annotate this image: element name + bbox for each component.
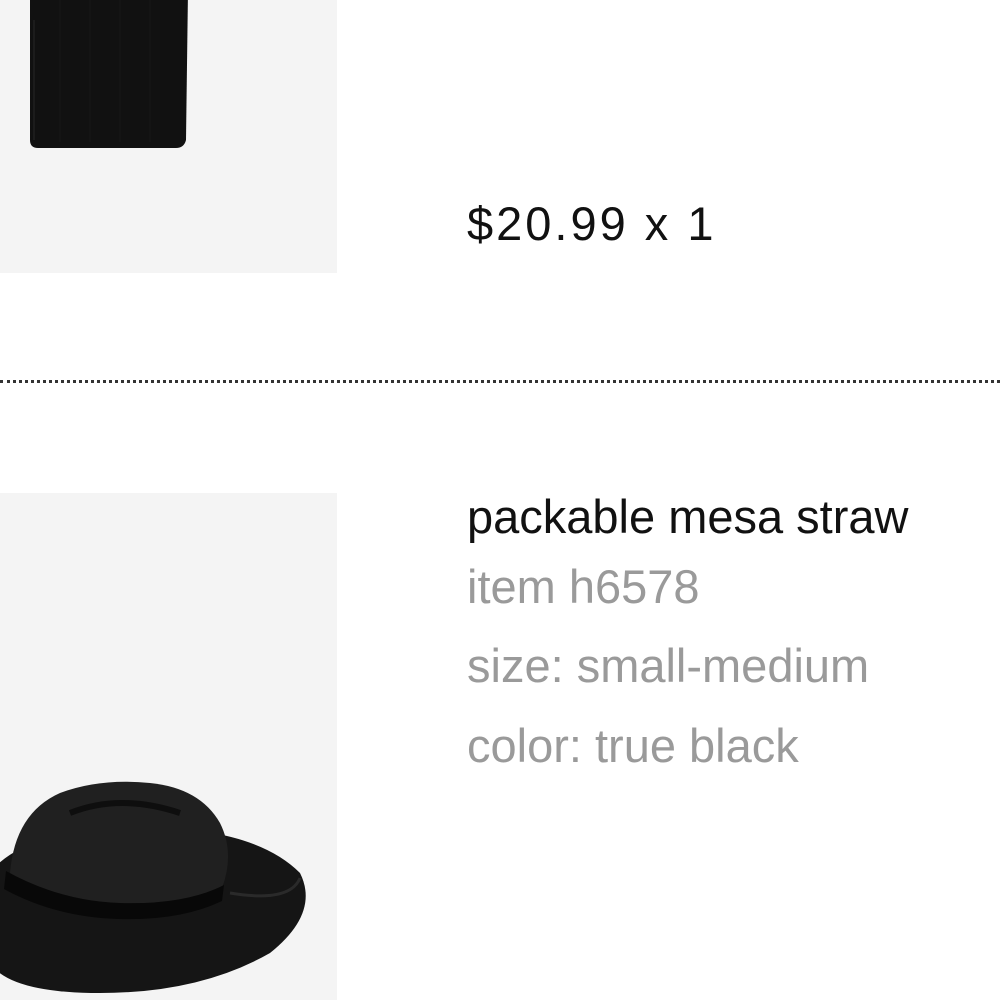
- price-quantity: $20.99 x 1: [467, 197, 717, 250]
- product-thumbnail[interactable]: [0, 0, 337, 273]
- cart-page: $20.99 x 1 packable mesa straw item h657…: [0, 0, 1000, 1000]
- item-divider: [0, 380, 1000, 383]
- product-thumbnail[interactable]: [0, 493, 337, 1000]
- color-label: color: true black: [467, 719, 799, 772]
- size-label: size: small-medium: [467, 639, 870, 692]
- product-name[interactable]: packable mesa straw: [467, 488, 1000, 546]
- black-straw-hat-image: [0, 493, 337, 1000]
- product-details: packable mesa straw item h6578 size: sma…: [467, 488, 1000, 786]
- black-garment-image: [0, 0, 337, 273]
- cart-item: $20.99 x 1: [0, 0, 1000, 380]
- item-number: item h6578: [467, 560, 700, 613]
